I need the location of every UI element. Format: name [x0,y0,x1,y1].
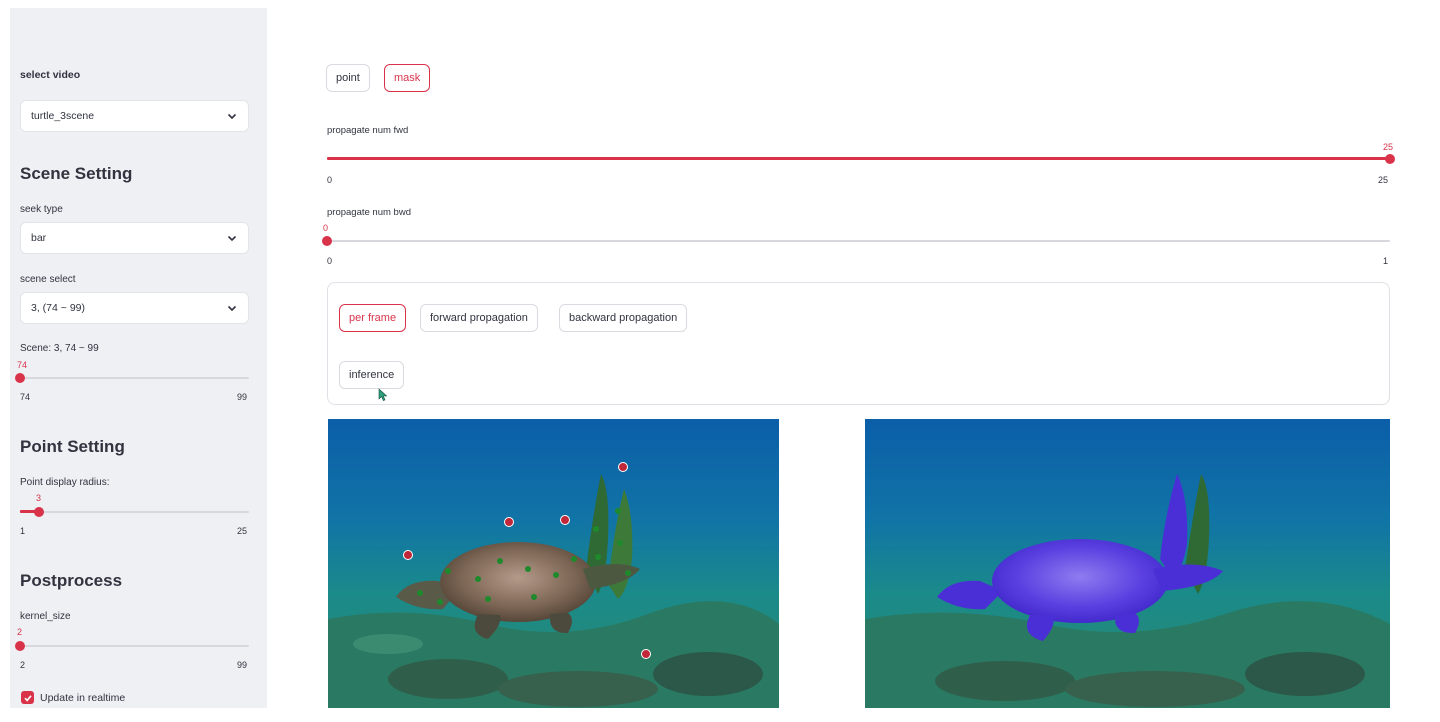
inference-label: inference [349,369,395,381]
select-video-value: turtle_3scene [31,110,95,122]
checkmark-icon [23,694,32,702]
turtle-mask-canvas [865,419,1390,708]
scene-slider-track[interactable] [20,377,249,379]
point-mode-label: point [336,72,360,84]
postprocess-heading: Postprocess [20,571,123,590]
point-radius-track[interactable] [20,511,249,513]
backward-propagation-label: backward propagation [569,312,678,324]
point-radius-thumb[interactable] [34,507,44,517]
backward-propagation-button[interactable]: backward propagation [559,304,688,332]
seek-type-label: seek type [20,204,63,215]
chevron-down-icon [227,113,237,120]
propagation-panel [327,282,1390,405]
kernel-size-max: 99 [237,660,248,670]
select-video-label: select video [20,69,81,81]
point-radius-max: 25 [237,526,248,536]
propagate-bwd-min: 0 [327,256,333,266]
inference-button[interactable]: inference [339,361,405,389]
propagate-fwd-value: 25 [1383,142,1394,152]
propagate-bwd-thumb[interactable] [322,236,332,246]
select-video-dropdown[interactable]: turtle_3scene [20,100,249,132]
propagate-bwd-track[interactable] [327,240,1390,242]
forward-propagation-button[interactable]: forward propagation [420,304,538,332]
forward-propagation-label: forward propagation [430,312,528,324]
kernel-size-label: kernel_size [20,611,71,622]
kernel-size-thumb[interactable] [15,641,25,651]
per-frame-label: per frame [349,312,397,324]
scene-slider-label: Scene: 3, 74 ~ 99 [20,343,99,354]
scene-select-label: scene select [20,274,76,285]
kernel-size-track[interactable] [20,645,249,647]
propagate-fwd-fill [327,157,1390,160]
kernel-size-value: 2 [17,627,23,637]
chevron-down-icon [227,305,237,312]
point-radius-min: 1 [20,526,26,536]
seek-type-dropdown[interactable]: bar [20,222,249,254]
chevron-down-icon [227,235,237,242]
point-radius-label: Point display radius: [20,477,110,488]
seek-type-value: bar [31,232,47,244]
mask-mode-button[interactable]: mask [384,64,431,92]
update-realtime-label: Update in realtime [40,692,126,704]
propagate-bwd-label: propagate num bwd [327,207,411,218]
scene-slider-min: 74 [20,392,31,402]
propagate-fwd-max: 25 [1378,175,1389,185]
mask-result-image [865,419,1390,708]
mask-mode-label: mask [394,72,421,84]
per-frame-button[interactable]: per frame [339,304,407,332]
input-frame-image[interactable] [328,419,779,708]
sidebar: select video turtle_3scene Scene Setting… [10,8,267,708]
propagate-bwd-max: 1 [1383,256,1389,266]
scene-select-dropdown[interactable]: 3, (74 ~ 99) [20,292,249,324]
propagate-fwd-thumb[interactable] [1385,154,1395,164]
scene-slider-thumb[interactable] [15,373,25,383]
propagate-fwd-min: 0 [327,175,333,185]
mouse-cursor-icon [378,388,388,401]
point-mode-button[interactable]: point [326,64,370,92]
point-setting-heading: Point Setting [20,437,125,456]
update-realtime-checkbox[interactable] [21,691,34,704]
scene-slider-max: 99 [237,392,248,402]
propagate-fwd-label: propagate num fwd [327,125,409,136]
scene-setting-heading: Scene Setting [20,164,133,183]
propagate-bwd-value: 0 [323,223,329,233]
kernel-size-min: 2 [20,660,26,670]
scene-select-value: 3, (74 ~ 99) [31,302,85,314]
point-radius-value: 3 [36,493,42,503]
scene-slider-value: 74 [17,360,28,370]
turtle-point-canvas[interactable] [328,419,779,708]
